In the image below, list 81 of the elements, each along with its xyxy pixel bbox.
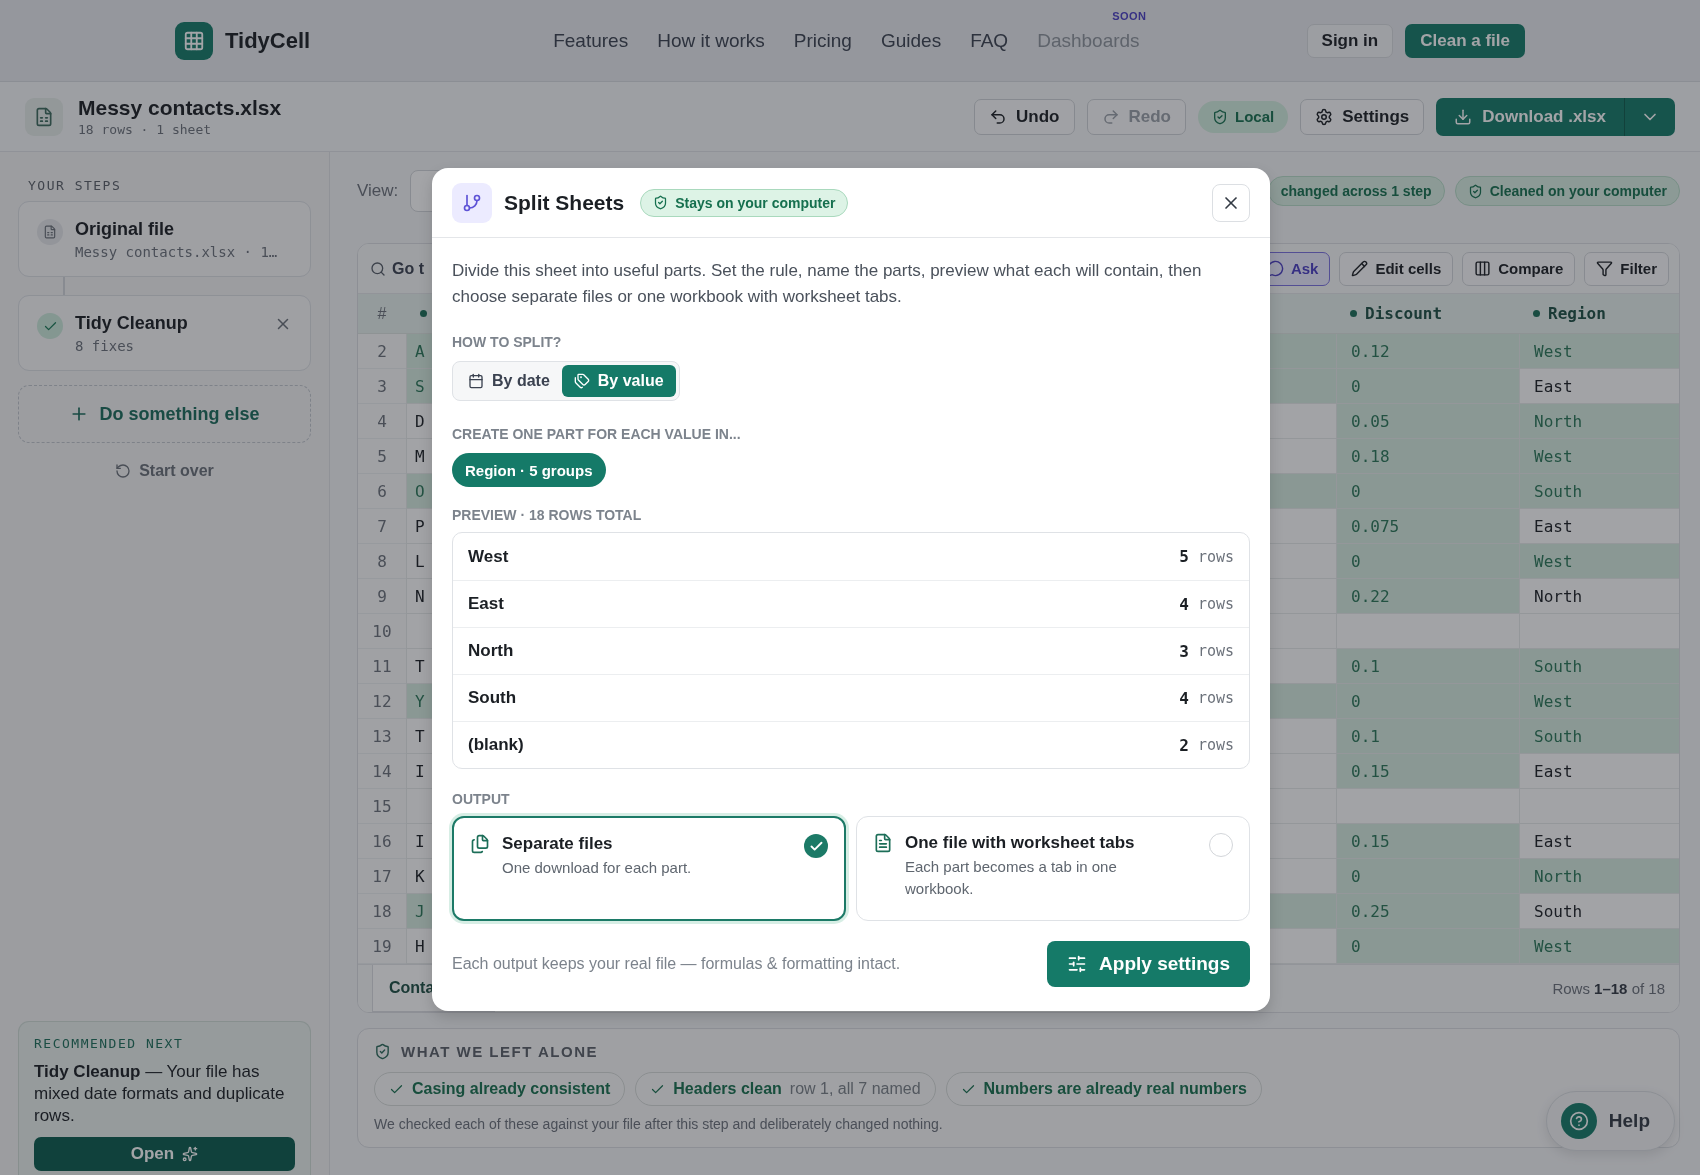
brand-name: TidyCell	[225, 27, 311, 54]
section-heading: WHAT WE LEFT ALONE	[401, 1043, 598, 1060]
soon-label: SOON	[1112, 9, 1147, 22]
table-cell: 0.18	[1336, 439, 1519, 474]
option-title: Separate files	[502, 834, 614, 854]
table-cell: South	[1519, 649, 1679, 684]
section-label: PREVIEW · 18 ROWS TOTAL	[452, 507, 643, 523]
table-cell: North	[1519, 859, 1679, 894]
table-cell: 0.1	[1336, 719, 1519, 754]
table-cell: South	[1519, 894, 1679, 929]
table-cell: East	[1519, 824, 1679, 859]
table-cell: 0	[1336, 474, 1519, 509]
row-number-header: #	[377, 304, 388, 323]
step-detail: Messy contacts.xlsx · 1…	[75, 244, 278, 260]
check-chip: Casing already consistent	[374, 1072, 626, 1106]
table-cell: 0.22	[1336, 579, 1519, 614]
table-cell: West	[1519, 334, 1679, 369]
column-header: Region	[1548, 304, 1606, 323]
row-count: 4	[1179, 594, 1189, 614]
section-label: HOW TO SPLIT?	[452, 334, 563, 350]
row-count: 5	[1179, 547, 1189, 566]
section-heading: RECOMMENDED NEXT	[34, 1035, 185, 1051]
table-cell: 0	[1336, 859, 1519, 894]
table-cell: North	[1519, 579, 1679, 614]
table-cell: 0.1	[1336, 649, 1519, 684]
privacy-badge: Stays on your computer	[640, 188, 849, 217]
group-name: (blank)	[468, 735, 524, 755]
table-cell: 0.15	[1336, 754, 1519, 789]
table-cell: West	[1519, 929, 1679, 964]
view-label: View:	[357, 181, 399, 201]
section-heading: YOUR STEPS	[28, 178, 123, 193]
step-title: Original file	[75, 219, 176, 240]
table-cell: South	[1519, 474, 1679, 509]
note-text: We checked each of these against your file after this step and deliberately changed nothing.	[374, 1116, 943, 1132]
row-unit: rows	[1197, 736, 1234, 754]
table-cell: West	[1519, 439, 1679, 474]
row-unit: rows	[1197, 642, 1234, 660]
table-cell: South	[1519, 719, 1679, 754]
row-count: 2	[1179, 735, 1189, 755]
step-detail: 8 fixes	[75, 338, 135, 354]
table-cell: 0.075	[1336, 509, 1519, 544]
table-cell: North	[1519, 404, 1679, 439]
row-count: 3	[1179, 641, 1189, 661]
table-cell: West	[1519, 544, 1679, 579]
status-badge: changed across 1 step	[1267, 176, 1445, 206]
table-cell: East	[1519, 509, 1679, 544]
file-name: Messy contacts.xlsx	[78, 96, 282, 120]
step-title: Tidy Cleanup	[75, 313, 188, 334]
local-status-badge: Local	[1198, 100, 1289, 133]
dialog-description: Divide this sheet into useful parts. Set the rule, name the parts, preview what each will contain, then choose separate files or one workbook with worksheet tabs.	[452, 260, 1203, 308]
group-name: West	[468, 546, 509, 567]
table-cell: West	[1519, 684, 1679, 719]
group-name: East	[468, 594, 504, 614]
status-badge: Cleaned on your computer	[1454, 176, 1680, 206]
table-cell: 0	[1336, 684, 1519, 719]
table-cell: East	[1519, 369, 1679, 404]
section-label: CREATE ONE PART FOR EACH VALUE IN...	[452, 426, 742, 442]
table-cell: 0.15	[1336, 824, 1519, 859]
option-title: One file with worksheet tabs	[905, 833, 1136, 853]
section-label: OUTPUT	[452, 791, 511, 807]
table-cell: 0	[1336, 929, 1519, 964]
group-name: North	[468, 641, 514, 661]
row-unit: rows	[1197, 689, 1234, 707]
option-description: One download for each part.	[502, 858, 692, 878]
file-summary: 18 rows · 1 sheet	[78, 122, 213, 137]
table-cell: 0.12	[1336, 334, 1519, 369]
row-count: 4	[1179, 688, 1189, 708]
recommendation-text: Tidy Cleanup — Your file has mixed date formats and duplicate rows.	[34, 1060, 286, 1127]
table-cell: 0	[1336, 544, 1519, 579]
group-name: South	[468, 688, 517, 708]
dialog-title: Split Sheets	[504, 190, 625, 215]
table-cell: 0.25	[1336, 894, 1519, 929]
table-cell: East	[1519, 754, 1679, 789]
table-cell: 0	[1336, 369, 1519, 404]
row-unit: rows	[1197, 595, 1234, 613]
check-chip: Numbers are already real numbers	[945, 1072, 1262, 1106]
row-unit: rows	[1197, 547, 1234, 566]
column-header: Discount	[1365, 304, 1443, 323]
table-cell: 0.05	[1336, 404, 1519, 439]
row-count: Rows 1–18 of 18	[1552, 980, 1665, 997]
check-chip: Headers clean row 1, all 7 named	[635, 1072, 936, 1106]
